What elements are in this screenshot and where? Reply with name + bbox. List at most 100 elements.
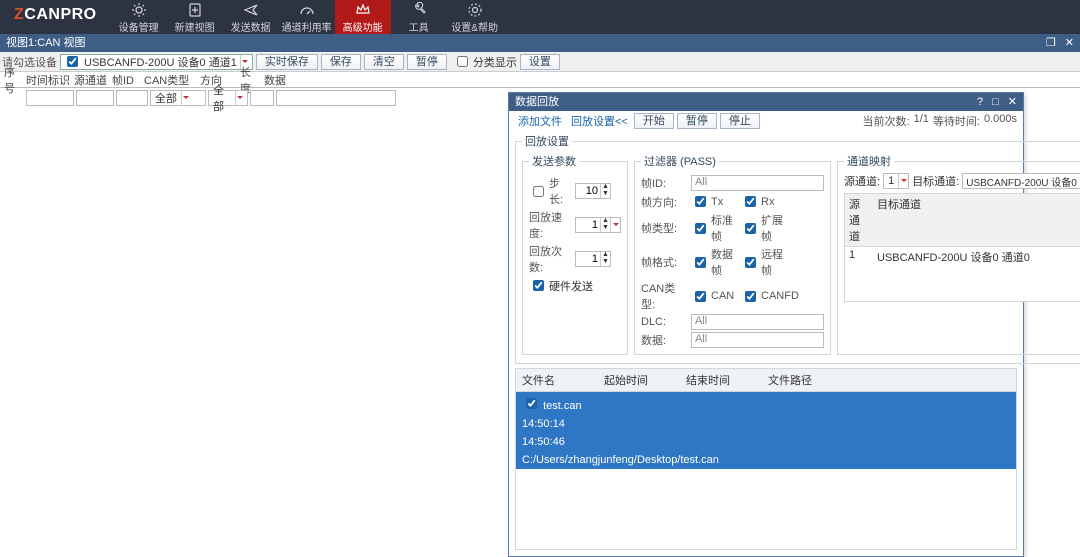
fid-field[interactable]: All	[691, 175, 824, 191]
view-title-bar: 视图1:CAN 视图 ❐ ✕	[0, 34, 1080, 52]
menu-tools[interactable]: 工具	[391, 0, 447, 34]
menu-channel-usage[interactable]: 通道利用率	[279, 0, 335, 34]
pause-button[interactable]: 暂停	[407, 54, 447, 70]
speed-spinner[interactable]: ▲▼	[575, 217, 621, 233]
view-toolbar: 请勾选设备 USBCANFD-200U 设备0 通道1 实时保存 保存 清空 暂…	[0, 52, 1080, 72]
device-select[interactable]: USBCANFD-200U 设备0 通道1	[60, 54, 253, 70]
save-button[interactable]: 保存	[321, 54, 361, 70]
speed-label: 回放速度:	[529, 209, 571, 241]
step-checkbox[interactable]: 步长:	[529, 175, 571, 207]
filter-dir-select[interactable]: 全部	[208, 90, 248, 106]
stop-button[interactable]: 停止	[720, 113, 760, 129]
cantype-label: CAN类型:	[641, 280, 687, 312]
col-time[interactable]: 时间标识	[24, 72, 72, 88]
clear-button[interactable]: 清空	[364, 54, 404, 70]
col-source-channel[interactable]: 源通道	[72, 72, 110, 88]
close-icon[interactable]: ✕	[1065, 37, 1074, 49]
dlc-field[interactable]: All	[691, 314, 824, 330]
gauge-icon	[299, 2, 315, 18]
can-checkbox[interactable]: CAN	[691, 288, 737, 305]
channel-map-group: 通道映射 源通道: 1 目标通道: USBCANFD-200U 设备0 通道0 …	[837, 153, 1080, 355]
dialog-title-bar[interactable]: 数据回放 ? □ ✕	[509, 93, 1023, 111]
window-buttons: ❐ ✕	[1040, 34, 1074, 52]
current-count-label: 当前次数:	[863, 113, 910, 129]
fid-label: 帧ID:	[641, 175, 687, 191]
hw-send-checkbox[interactable]: 硬件发送	[529, 277, 621, 294]
add-file-link[interactable]: 添加文件	[515, 113, 565, 129]
live-save-button[interactable]: 实时保存	[256, 54, 318, 70]
channel-map-legend: 通道映射	[844, 153, 894, 169]
dialog-toolbar: 添加文件 回放设置<< 开始 暂停 停止 当前次数: 1/1 等待时间: 0.0…	[509, 111, 1023, 131]
device-value: USBCANFD-200U 设备0 通道1	[84, 54, 237, 70]
tgt-ch-select[interactable]: USBCANFD-200U 设备0 通道0	[962, 173, 1080, 189]
wait-label: 等待时间:	[933, 113, 980, 129]
document-plus-icon	[187, 2, 203, 18]
menu-settings-help[interactable]: 设置&帮助	[447, 0, 503, 34]
data-field[interactable]: All	[691, 332, 824, 348]
rx-checkbox[interactable]: Rx	[741, 193, 787, 210]
times-spinner[interactable]: ▲▼	[575, 251, 611, 267]
dataframe-checkbox[interactable]: 数据帧	[691, 246, 737, 278]
start-button[interactable]: 开始	[634, 113, 674, 129]
filter-time-input[interactable]	[26, 90, 74, 106]
step-spinner[interactable]: ▲▼	[575, 183, 611, 199]
ext-checkbox[interactable]: 扩展帧	[741, 212, 787, 244]
data-label: 数据:	[641, 332, 687, 348]
close-dialog-icon[interactable]: ✕	[1008, 96, 1017, 108]
file-row[interactable]: test.can 14:50:14 14:50:46 C:/Users/zhan…	[516, 392, 1016, 469]
restore-icon[interactable]: ❐	[1046, 37, 1056, 49]
replay-settings-legend: 回放设置	[522, 133, 572, 149]
top-nav: ZCANPRO 设备管理 新建视图 发送数据 通道利用率 高级功能 工具 设	[0, 0, 1080, 34]
filter-len-input[interactable]	[250, 90, 274, 106]
file-table: 文件名 起始时间 结束时间 文件路径 test.can 14:50:14 14:…	[515, 368, 1017, 550]
file-row-checkbox[interactable]	[526, 398, 537, 409]
dlg-pause-button[interactable]: 暂停	[677, 113, 717, 129]
gear-icon	[131, 2, 147, 18]
wait-value: 0.000s	[984, 113, 1017, 129]
send-icon	[243, 2, 259, 18]
menu-device-management[interactable]: 设备管理	[111, 0, 167, 34]
wrench-icon	[411, 2, 427, 18]
file-body-empty	[516, 469, 1016, 549]
replay-config-link[interactable]: 回放设置<<	[568, 113, 631, 129]
src-ch-label: 源通道:	[844, 173, 880, 189]
view-title: 视图1:CAN 视图	[6, 34, 85, 52]
menu-advanced[interactable]: 高级功能	[335, 0, 391, 34]
remote-checkbox[interactable]: 远程帧	[741, 246, 787, 278]
grid-header: 序号 时间标识 源通道 帧ID CAN类型 方向 长度 数据	[0, 72, 1080, 88]
map-col-tgt[interactable]: 目标通道	[873, 194, 1080, 246]
fdir-label: 帧方向:	[641, 194, 687, 210]
filter-srcch-input[interactable]	[76, 90, 114, 106]
tx-checkbox[interactable]: Tx	[691, 193, 737, 210]
map-col-src[interactable]: 源通道	[845, 194, 873, 246]
settings-icon	[467, 2, 483, 18]
std-checkbox[interactable]: 标准帧	[691, 212, 737, 244]
filter-data-input[interactable]	[276, 90, 396, 106]
filter-cantype-select[interactable]: 全部	[150, 90, 206, 106]
src-ch-select[interactable]: 1	[883, 173, 909, 189]
map-row[interactable]: 1 USBCANFD-200U 设备0 通道0 有效	[845, 247, 1080, 267]
col-can-type[interactable]: CAN类型	[142, 72, 198, 88]
canfd-checkbox[interactable]: CANFD	[741, 288, 787, 305]
menu-send-data[interactable]: 发送数据	[223, 0, 279, 34]
group-display-checkbox[interactable]: 分类显示	[453, 53, 517, 70]
menu-new-view[interactable]: 新建视图	[167, 0, 223, 34]
file-col-path[interactable]: 文件路径	[762, 369, 1016, 391]
col-frame-id[interactable]: 帧ID	[110, 72, 142, 88]
help-icon[interactable]: ?	[977, 96, 983, 108]
col-data[interactable]: 数据	[262, 72, 322, 88]
file-col-name[interactable]: 文件名	[516, 369, 598, 391]
file-col-end[interactable]: 结束时间	[680, 369, 762, 391]
maximize-icon[interactable]: □	[992, 96, 999, 108]
send-params-group: 发送参数 步长: ▲▼ 回放速度: ▲▼ 回放次数: ▲▼ 硬件发送	[522, 153, 628, 355]
col-seq[interactable]: 序号	[2, 64, 24, 96]
ftype-label: 帧类型:	[641, 220, 687, 236]
dlc-label: DLC:	[641, 316, 687, 328]
filter-fid-input[interactable]	[116, 90, 148, 106]
file-col-start[interactable]: 起始时间	[598, 369, 680, 391]
settings-button[interactable]: 设置	[520, 54, 560, 70]
brand-logo: ZCANPRO	[0, 0, 111, 30]
dialog-title: 数据回放	[515, 93, 559, 111]
ffmt-label: 帧格式:	[641, 254, 687, 270]
device-checkbox[interactable]	[67, 56, 78, 67]
